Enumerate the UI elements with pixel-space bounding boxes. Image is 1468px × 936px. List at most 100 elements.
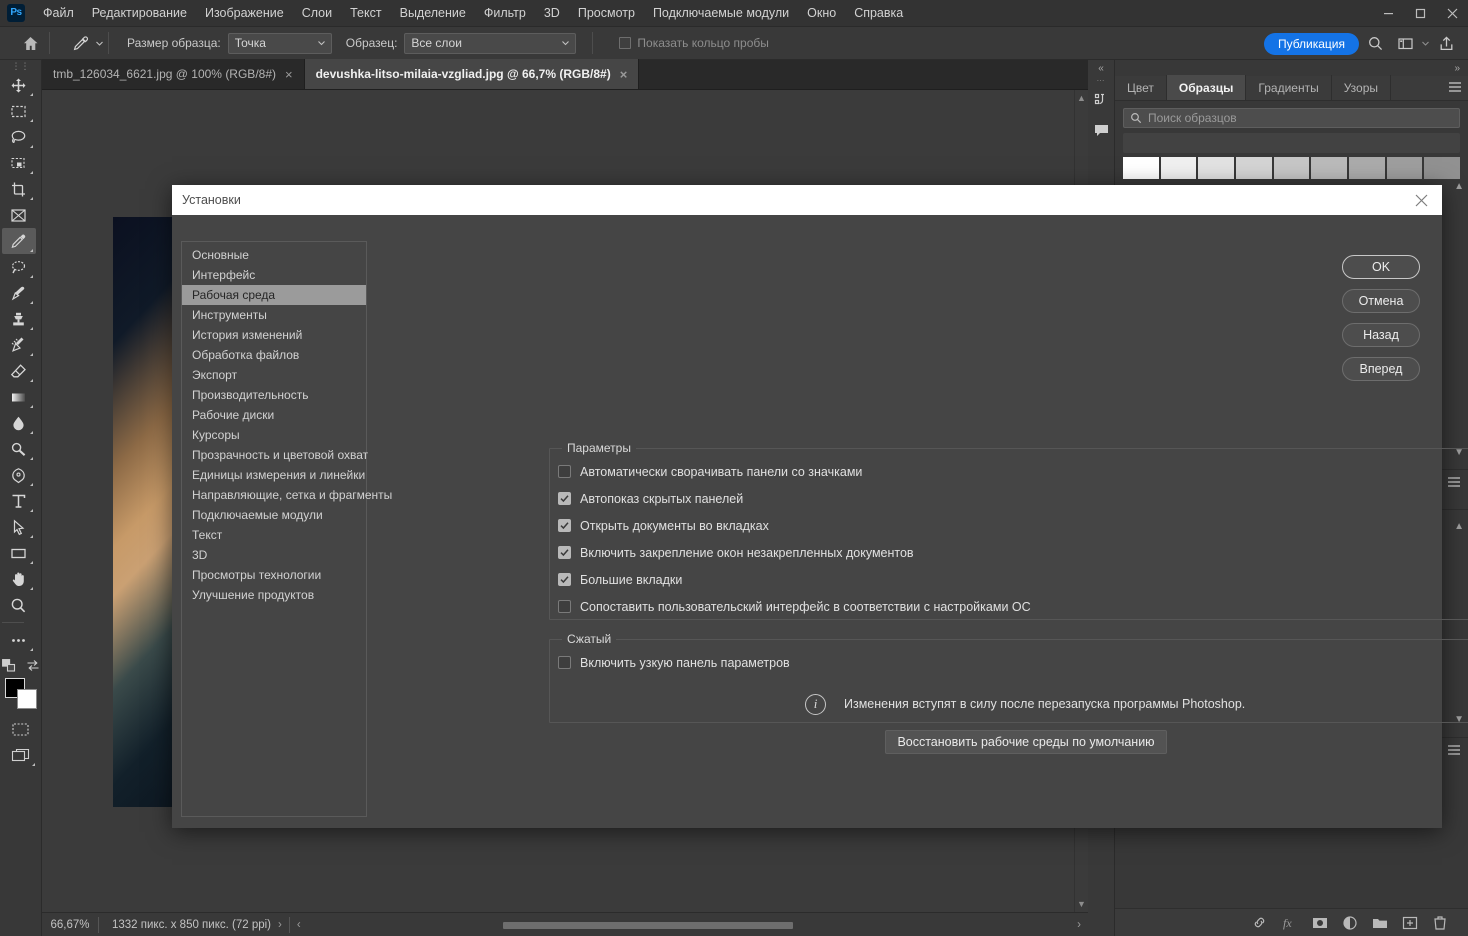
menu-item-1[interactable]: Редактирование: [83, 2, 196, 24]
swatch-cell[interactable]: [1349, 157, 1385, 179]
lasso-tool[interactable]: [2, 124, 36, 150]
status-expand-arrow[interactable]: ›: [271, 919, 289, 931]
swatch-color-row[interactable]: [1123, 157, 1461, 179]
menu-item-3[interactable]: Слои: [293, 2, 341, 24]
layer-mask-icon[interactable]: [1312, 915, 1328, 931]
checkbox-box[interactable]: [558, 546, 571, 559]
scrollbar-thumb[interactable]: [502, 921, 793, 929]
preferences-category-item[interactable]: Подключаемые модули: [182, 505, 366, 525]
panel-menu-icon[interactable]: [1448, 81, 1462, 93]
document-tab[interactable]: devushka-litso-milaia-vzgliad.jpg @ 66,7…: [304, 59, 640, 89]
preference-checkbox-row[interactable]: Большие вкладки: [550, 566, 1468, 593]
delete-layer-icon[interactable]: [1432, 915, 1448, 931]
preferences-category-item[interactable]: Улучшение продуктов: [182, 585, 366, 605]
menu-item-8[interactable]: Просмотр: [569, 2, 644, 24]
preferences-category-item[interactable]: Курсоры: [182, 425, 366, 445]
sample-size-select[interactable]: Точка: [227, 32, 332, 54]
preferences-category-item[interactable]: Прозрачность и цветовой охват: [182, 445, 368, 465]
comments-icon[interactable]: [1088, 115, 1115, 145]
preferences-category-item[interactable]: Рабочие диски: [182, 405, 366, 425]
new-layer-icon[interactable]: [1402, 915, 1418, 931]
preference-checkbox-row[interactable]: Автоматически сворачивать панели со знач…: [550, 458, 1468, 485]
dialog-button-назад[interactable]: Назад: [1342, 323, 1420, 347]
panel-tab-1[interactable]: Образцы: [1166, 75, 1247, 100]
layer-style-fx-icon[interactable]: fx: [1282, 915, 1298, 931]
preferences-category-item[interactable]: Производительность: [182, 385, 366, 405]
menu-item-6[interactable]: Фильтр: [475, 2, 535, 24]
preferences-category-item[interactable]: История изменений: [182, 325, 366, 345]
preferences-category-item[interactable]: Основные: [182, 245, 366, 265]
swatch-cell[interactable]: [1236, 157, 1272, 179]
move-tool[interactable]: [2, 72, 36, 98]
preferences-category-item[interactable]: Единицы измерения и линейки: [182, 465, 366, 485]
preference-checkbox-row[interactable]: Включить узкую панель параметров: [550, 649, 1468, 676]
close-icon[interactable]: [1415, 194, 1428, 207]
preferences-category-item[interactable]: Экспорт: [182, 365, 366, 385]
brush-tool[interactable]: [2, 280, 36, 306]
menu-item-7[interactable]: 3D: [535, 2, 569, 24]
hscroll-left-arrow[interactable]: ‹: [290, 919, 308, 931]
restore-defaults-button[interactable]: Восстановить рабочие среды по умолчанию: [885, 730, 1167, 754]
workspace-icon[interactable]: [1391, 30, 1419, 58]
preference-checkbox-row[interactable]: Автопоказ скрытых панелей: [550, 485, 1468, 512]
quick-mask-icon[interactable]: [4, 716, 38, 742]
shape-tool[interactable]: [2, 540, 36, 566]
background-color-swatch[interactable]: [16, 689, 37, 709]
path-selection-tool[interactable]: [2, 514, 36, 540]
crop-tool[interactable]: [2, 176, 36, 202]
menu-item-4[interactable]: Текст: [341, 2, 390, 24]
dialog-button-отмена[interactable]: Отмена: [1342, 289, 1420, 313]
preferences-category-item[interactable]: Обработка файлов: [182, 345, 366, 365]
screen-mode-icon[interactable]: [4, 742, 38, 768]
quick-selection-tool[interactable]: [2, 150, 36, 176]
menu-item-0[interactable]: Файл: [34, 2, 83, 24]
preferences-category-item[interactable]: Инструменты: [182, 305, 366, 325]
zoom-tool[interactable]: [2, 592, 36, 618]
type-tool[interactable]: [2, 488, 36, 514]
preferences-category-item[interactable]: Просмотры технологии: [182, 565, 366, 585]
dialog-button-ok[interactable]: OK: [1342, 255, 1420, 279]
link-layers-icon[interactable]: [1252, 915, 1268, 931]
preferences-category-item[interactable]: 3D: [182, 545, 366, 565]
preference-checkbox-row[interactable]: Открыть документы во вкладках: [550, 512, 1468, 539]
swatch-scroll-up-icon[interactable]: ▲: [1454, 181, 1464, 192]
eyedropper-tool[interactable]: [1, 228, 36, 254]
preferences-category-item[interactable]: Текст: [182, 525, 366, 545]
menu-item-2[interactable]: Изображение: [196, 2, 293, 24]
menu-item-11[interactable]: Справка: [845, 2, 912, 24]
checkbox-box[interactable]: [558, 519, 571, 532]
minimize-button[interactable]: [1372, 0, 1404, 27]
history-brush-tool[interactable]: [2, 332, 36, 358]
collapse-right-icon[interactable]: »: [1115, 60, 1468, 76]
checkbox-box[interactable]: [558, 600, 571, 613]
maximize-button[interactable]: [1404, 0, 1436, 27]
swap-colors-icon[interactable]: [26, 659, 40, 672]
sample-select[interactable]: Все слои: [404, 32, 577, 54]
spot-healing-tool[interactable]: [2, 254, 36, 280]
frame-tool[interactable]: [2, 202, 36, 228]
checkbox-box[interactable]: [558, 573, 571, 586]
pen-tool[interactable]: [2, 462, 36, 488]
swatch-cell[interactable]: [1424, 157, 1461, 179]
eraser-tool[interactable]: [2, 358, 36, 384]
hand-tool[interactable]: [2, 566, 36, 592]
close-button[interactable]: [1436, 0, 1468, 27]
swatch-cell[interactable]: [1386, 157, 1423, 179]
menu-item-9[interactable]: Подключаемые модули: [644, 2, 798, 24]
swatch-cell[interactable]: [1123, 157, 1159, 179]
color-swatches[interactable]: [4, 676, 38, 710]
share-icon[interactable]: [1432, 30, 1460, 58]
preference-checkbox-row[interactable]: Включить закрепление окон незакрепленных…: [550, 539, 1468, 566]
new-group-icon[interactable]: [1372, 915, 1388, 931]
blur-tool[interactable]: [2, 410, 36, 436]
scroll-up-icon[interactable]: ▲: [1077, 93, 1086, 103]
preferences-category-item[interactable]: Интерфейс: [182, 265, 366, 285]
default-colors-icon[interactable]: [1, 659, 16, 672]
document-tab[interactable]: tmb_126034_6621.jpg @ 100% (RGB/8#) ×: [42, 59, 305, 89]
tool-preset-picker[interactable]: [68, 32, 104, 54]
preferences-category-list[interactable]: Основные Интерфейс Рабочая среда Инструмент…: [181, 241, 392, 817]
history-icon[interactable]: [1088, 85, 1115, 115]
swatch-cell[interactable]: [1273, 157, 1310, 179]
panel-tab-0[interactable]: Цвет: [1115, 75, 1167, 100]
swatch-group-row[interactable]: [1123, 133, 1460, 153]
